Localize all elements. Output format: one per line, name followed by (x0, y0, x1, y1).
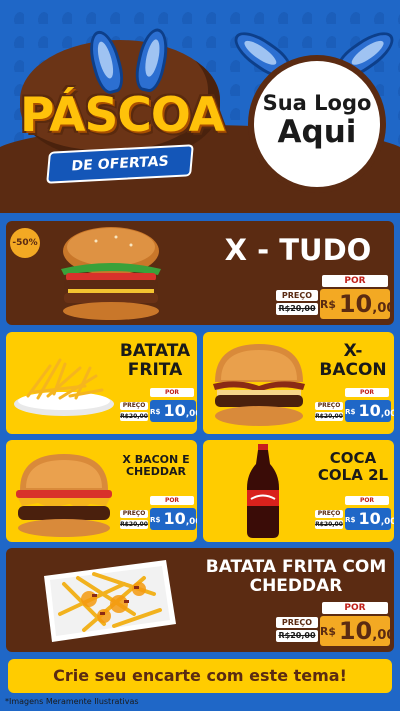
new-price: R$10,00 (345, 400, 394, 422)
new-price: R$10,00 (150, 508, 197, 530)
currency: R$ (345, 406, 356, 416)
new-price: R$10,00 (150, 400, 197, 422)
price-int: 10 (338, 290, 373, 318)
discount-badge: -50% (10, 228, 40, 258)
preco-label: PREÇO (120, 510, 148, 518)
price-cents: ,00 (380, 517, 394, 527)
header-banner: PÁSCOA DE OFERTAS Sua Logo Aqui (0, 0, 400, 213)
menu-card-x-bacon-cheddar[interactable]: X BACON E CHEDDAR POR PREÇO R$20,00 R$ 10… (6, 440, 197, 542)
price-int: 10 (358, 509, 381, 528)
price-tag: POR PREÇO R$20,00 R$10,00 (276, 600, 394, 648)
price-int: 10 (163, 509, 186, 528)
old-price: R$20,00 (120, 412, 148, 421)
price-tag: POR PREÇO R$20,00 R$10,00 (120, 494, 197, 538)
preco-label: PREÇO (276, 617, 318, 628)
preco-label: PREÇO (315, 402, 343, 410)
logo-line-1: Sua Logo (262, 91, 372, 115)
disclaimer-text: *Imagens Meramente Ilustrativas (5, 697, 139, 706)
burger-cheddar-image (16, 454, 112, 537)
item-name: X- BACON (319, 341, 387, 380)
soda-bottle-image (247, 444, 279, 538)
preco-label: PREÇO (276, 290, 318, 301)
price-cents: ,00 (380, 409, 394, 419)
currency: R$ (150, 406, 161, 416)
item-name: BATATA FRITA COM CHEDDAR (205, 557, 387, 596)
por-label: POR (322, 275, 388, 287)
item-name: BATATA FRITA (119, 341, 191, 380)
menu-card-x-tudo[interactable]: X - TUDO POR PREÇO R$20,00 R$ 10,00 (6, 221, 394, 325)
por-label: POR (345, 496, 389, 505)
page-title: PÁSCOA (20, 88, 225, 143)
price-tag: POR PREÇO R$20,00 R$10,00 (315, 386, 394, 430)
price-cents: ,00 (185, 409, 197, 419)
price-int: 10 (338, 617, 373, 645)
currency: R$ (345, 514, 356, 524)
por-label: POR (150, 496, 194, 505)
burger-bacon-image (213, 344, 305, 426)
item-name: COCA COLA 2L (317, 449, 389, 484)
menu-card-x-bacon[interactable]: X- BACON POR PREÇO R$20,00 R$ 10,00 (203, 332, 394, 434)
preco-label: PREÇO (315, 510, 343, 518)
price-int: 10 (163, 401, 186, 420)
new-price: R$10,00 (320, 616, 394, 646)
cta-banner[interactable]: Crie seu encarte com este tema! (8, 659, 392, 693)
currency: R$ (150, 514, 161, 524)
price-cents: ,00 (372, 301, 394, 316)
price-tag: POR PREÇO R$20,00 R$10,00 (120, 386, 197, 430)
menu-card-batata-frita[interactable]: BATATA FRITA POR PREÇO R$20,00 R$10,00 (6, 332, 197, 434)
currency: R$ (320, 625, 336, 638)
burger-image (61, 227, 161, 320)
price-tag: POR PREÇO R$20,00 R$10,00 (315, 494, 394, 538)
por-label: POR (150, 388, 194, 397)
old-price: R$20,00 (120, 520, 148, 529)
logo-line-2: Aqui (277, 114, 357, 150)
menu-card-coca-cola[interactable]: COCA COLA 2L POR PREÇO R$20,00 R$ 10,00 (203, 440, 394, 542)
fries-image (14, 358, 114, 416)
price-cents: ,00 (185, 517, 197, 527)
menu-card-batata-cheddar[interactable]: BATATA FRITA COM CHEDDAR POR PREÇO R$20,… (6, 548, 394, 652)
old-price: R$20,00 (276, 303, 318, 315)
new-price: R$10,00 (320, 289, 394, 319)
price-cents: ,00 (372, 628, 394, 643)
item-name: X BACON E CHEDDAR (122, 453, 190, 479)
cheddar-fries-image (44, 560, 176, 642)
currency: R$ (320, 298, 336, 311)
old-price: R$20,00 (276, 630, 318, 642)
item-name: X - TUDO (224, 233, 372, 267)
preco-label: PREÇO (120, 402, 148, 410)
price-tag: POR PREÇO R$20,00 R$10,00 (276, 273, 394, 321)
por-label: POR (345, 388, 389, 397)
new-price: R$10,00 (345, 508, 394, 530)
logo-placeholder[interactable]: Sua Logo Aqui (248, 55, 386, 193)
old-price: R$20,00 (315, 520, 343, 529)
old-price: R$20,00 (315, 412, 343, 421)
por-label: POR (322, 602, 388, 614)
price-int: 10 (358, 401, 381, 420)
